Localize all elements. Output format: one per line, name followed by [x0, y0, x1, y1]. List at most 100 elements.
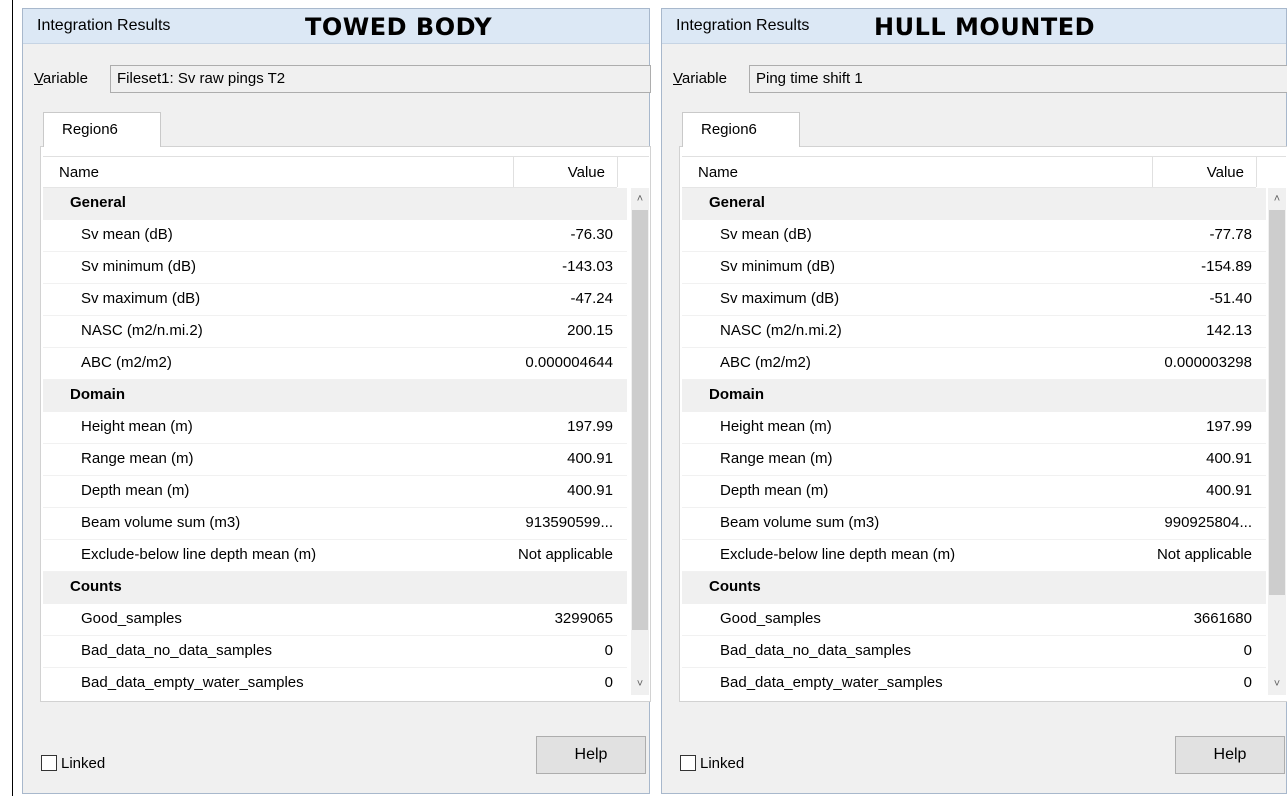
- property-row[interactable]: Bad_data_no_data_samples 0: [43, 636, 627, 668]
- property-value: Not applicable: [517, 546, 613, 563]
- tab-region6[interactable]: Region6: [682, 112, 800, 147]
- property-row[interactable]: Exclude-below line depth mean (m) Not app…: [682, 540, 1266, 572]
- property-name: Range mean (m): [81, 450, 194, 467]
- property-name: Sv mean (dB): [81, 226, 173, 243]
- top-clipped-strip: [0, 0, 1287, 7]
- chevron-up-icon[interactable]: ˄: [1268, 190, 1286, 208]
- property-row[interactable]: Sv minimum (dB) -154.89: [682, 252, 1266, 284]
- property-row[interactable]: ABC (m2/m2) 0.000003298: [682, 348, 1266, 380]
- column-divider[interactable]: [1152, 157, 1153, 187]
- category-row[interactable]: General: [43, 188, 627, 220]
- property-value: -76.30: [570, 226, 613, 243]
- property-row[interactable]: Exclude-below line depth mean (m) Not app…: [43, 540, 627, 572]
- help-button[interactable]: Help: [536, 736, 646, 774]
- banner-label: HULL MOUNTED: [874, 13, 1096, 41]
- property-value: 990925804...: [1164, 514, 1252, 531]
- window-caption: Integration Results: [676, 17, 810, 34]
- property-value: -77.78: [1209, 226, 1252, 243]
- scrollbar-thumb[interactable]: [632, 210, 648, 630]
- vertical-scrollbar[interactable]: ˄ ˅: [631, 188, 649, 695]
- column-divider-end: [1256, 157, 1257, 187]
- column-header-value[interactable]: Value: [568, 164, 605, 181]
- category-row[interactable]: Domain: [682, 380, 1266, 412]
- property-name: Exclude-below line depth mean (m): [81, 546, 317, 563]
- property-name: Beam volume sum (m3): [81, 514, 241, 531]
- chevron-down-icon[interactable]: ˅: [631, 675, 649, 693]
- property-row[interactable]: Sv mean (dB) -77.78: [682, 220, 1266, 252]
- category-row[interactable]: Domain: [43, 380, 627, 412]
- tab-region6[interactable]: Region6: [43, 112, 161, 147]
- property-row[interactable]: Height mean (m) 197.99: [682, 412, 1266, 444]
- property-row[interactable]: ABC (m2/m2) 0.000004644: [43, 348, 627, 380]
- property-value: 197.99: [567, 418, 613, 435]
- property-name: NASC (m2/n.mi.2): [720, 322, 842, 339]
- title-bar[interactable]: Integration Results TOWED BODY: [23, 9, 649, 44]
- property-value: 400.91: [1206, 450, 1252, 467]
- column-header-name[interactable]: Name: [698, 164, 738, 181]
- property-row[interactable]: Depth mean (m) 400.91: [682, 476, 1266, 508]
- property-row[interactable]: Range mean (m) 400.91: [682, 444, 1266, 476]
- property-row[interactable]: Bad_data_no_data_samples 0: [682, 636, 1266, 668]
- property-row[interactable]: NASC (m2/n.mi.2) 142.13: [682, 316, 1266, 348]
- property-value: -47.24: [570, 290, 613, 307]
- column-header-name[interactable]: Name: [59, 164, 99, 181]
- property-value: 3661680: [1193, 610, 1252, 627]
- chevron-up-icon[interactable]: ˄: [631, 190, 649, 208]
- property-name: Sv maximum (dB): [81, 290, 201, 307]
- property-row[interactable]: Sv mean (dB) -76.30: [43, 220, 627, 252]
- property-value: -154.89: [1201, 258, 1252, 275]
- property-name: Height mean (m): [720, 418, 832, 435]
- variable-row: Variable Fileset1: Sv raw pings T2: [34, 65, 651, 95]
- property-name: ABC (m2/m2): [81, 354, 172, 371]
- category-label: General: [70, 194, 126, 211]
- title-bar[interactable]: Integration Results HULL MOUNTED: [662, 9, 1286, 44]
- category-label: General: [709, 194, 765, 211]
- category-label: Counts: [709, 578, 761, 595]
- help-button[interactable]: Help: [1175, 736, 1285, 774]
- linked-label: Linked: [61, 755, 106, 772]
- grid-rows: General Sv mean (dB) -76.30 Sv minimum (dB)…: [43, 188, 627, 695]
- column-divider[interactable]: [513, 157, 514, 187]
- property-row[interactable]: Beam volume sum (m3) 990925804...: [682, 508, 1266, 540]
- checkbox-icon[interactable]: [680, 755, 696, 771]
- property-value: Not applicable: [1156, 546, 1252, 563]
- property-value: 0.000004644: [525, 354, 613, 371]
- property-name: Bad_data_no_data_samples: [81, 642, 272, 659]
- property-name: Sv maximum (dB): [720, 290, 840, 307]
- property-row[interactable]: Sv maximum (dB) -47.24: [43, 284, 627, 316]
- linked-label: Linked: [700, 755, 745, 772]
- variable-field[interactable]: Fileset1: Sv raw pings T2: [110, 65, 651, 93]
- category-row[interactable]: Counts: [43, 572, 627, 604]
- property-row[interactable]: NASC (m2/n.mi.2) 200.15: [43, 316, 627, 348]
- property-row[interactable]: Good_samples 3299065: [43, 604, 627, 636]
- chevron-down-icon[interactable]: ˅: [1268, 675, 1286, 693]
- property-name: NASC (m2/n.mi.2): [81, 322, 203, 339]
- property-row[interactable]: Depth mean (m) 400.91: [43, 476, 627, 508]
- property-name: Height mean (m): [81, 418, 193, 435]
- banner-label: TOWED BODY: [305, 13, 493, 41]
- column-header-value[interactable]: Value: [1207, 164, 1244, 181]
- category-row[interactable]: Counts: [682, 572, 1266, 604]
- property-value: -51.40: [1209, 290, 1252, 307]
- checkbox-icon[interactable]: [41, 755, 57, 771]
- vertical-scrollbar[interactable]: ˄ ˅: [1268, 188, 1286, 695]
- category-row[interactable]: General: [682, 188, 1266, 220]
- property-row[interactable]: Good_samples 3661680: [682, 604, 1266, 636]
- property-row[interactable]: Sv minimum (dB) -143.03: [43, 252, 627, 284]
- property-name: Range mean (m): [720, 450, 833, 467]
- variable-field[interactable]: Ping time shift 1: [749, 65, 1287, 93]
- property-value: 142.13: [1206, 322, 1252, 339]
- property-row[interactable]: Beam volume sum (m3) 913590599...: [43, 508, 627, 540]
- property-row[interactable]: Bad_data_empty_water_samples 0: [682, 668, 1266, 695]
- property-name: Beam volume sum (m3): [720, 514, 880, 531]
- property-row[interactable]: Height mean (m) 197.99: [43, 412, 627, 444]
- property-row[interactable]: Sv maximum (dB) -51.40: [682, 284, 1266, 316]
- scrollbar-thumb[interactable]: [1269, 210, 1285, 595]
- results-grid: Name Value General Sv mean (dB) -77.78 Sv m…: [682, 156, 1286, 695]
- variable-row: Variable Ping time shift 1: [673, 65, 1287, 95]
- property-name: Good_samples: [81, 610, 182, 627]
- property-name: Bad_data_empty_water_samples: [81, 674, 304, 691]
- grid-header: Name Value: [682, 157, 1257, 188]
- property-row[interactable]: Range mean (m) 400.91: [43, 444, 627, 476]
- property-row[interactable]: Bad_data_empty_water_samples 0: [43, 668, 627, 695]
